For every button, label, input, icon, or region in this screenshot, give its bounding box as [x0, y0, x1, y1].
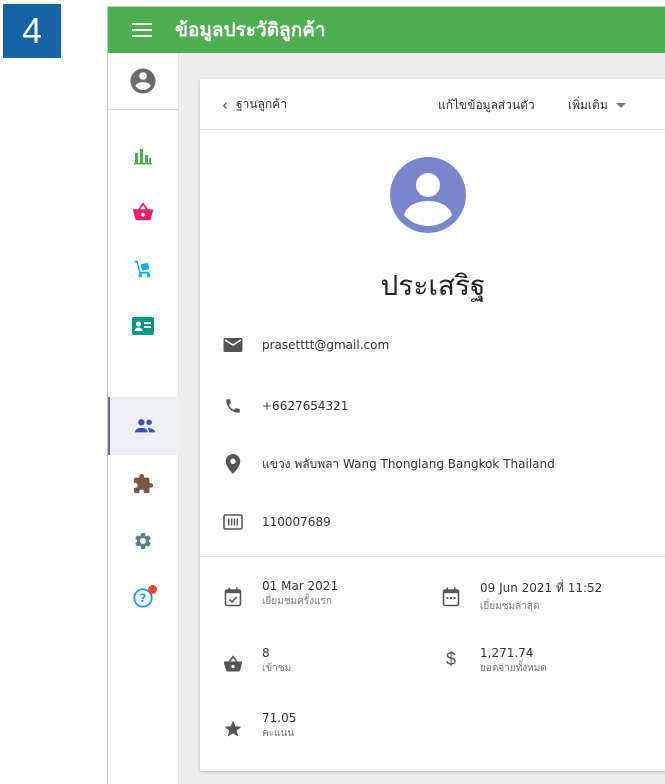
stat-last-visit: 09 Jun 2021 ที่ 11:52 เยี่ยมชมล่าสุด [440, 579, 602, 614]
hand-truck-icon [134, 260, 151, 278]
more-label: เพิ่มเติม [568, 98, 608, 112]
top-app-bar: ข้อมูลประวัติลูกค้า [108, 7, 665, 53]
back-label: ฐานลูกค้า [236, 97, 287, 111]
star-icon [224, 720, 242, 737]
notification-dot [148, 585, 157, 594]
gear-icon [135, 533, 151, 549]
sidebar-item-profile[interactable] [108, 53, 178, 110]
page-title: ข้อมูลประวัติลูกค้า [175, 19, 326, 41]
basket-icon [223, 655, 243, 672]
phone-row: +6627654321 [222, 397, 348, 415]
sidebar-item-settings[interactable] [108, 513, 178, 569]
contact-card-icon [132, 317, 154, 335]
barcode-row: 110007689 [222, 514, 331, 530]
edit-profile-button[interactable]: แก้ไขข้อมูลส่วนตัว [438, 96, 535, 115]
sidebar: ? [108, 53, 180, 784]
sidebar-item-customers[interactable] [108, 397, 180, 455]
customer-name: ประเสริฐ [380, 269, 486, 302]
customer-address: แขวง พลับพลา Wang Thonglang Bangkok Thai… [262, 456, 555, 471]
total-spend-label: ยอดจ่ายทั้งหมด [480, 663, 547, 674]
puzzle-icon [133, 473, 154, 494]
visits-label: เข้าชม [262, 663, 292, 674]
stat-total-spend: $ 1,271.74 ยอดจ่ายทั้งหมด [440, 646, 547, 676]
dollar-icon: $ [445, 649, 456, 669]
chevron-left-icon: ‹ [222, 95, 228, 114]
calendar-check-icon [224, 587, 242, 607]
first-visit-label: เยี่ยมชมครั้งแรก [262, 596, 332, 607]
more-menu-button[interactable]: เพิ่มเติม [568, 96, 626, 115]
customer-phone: +6627654321 [262, 399, 349, 413]
email-icon [223, 338, 243, 352]
people-icon [134, 419, 156, 433]
sidebar-item-sales[interactable] [108, 184, 178, 240]
card-header: ‹ ฐานลูกค้า แก้ไขข้อมูลส่วนตัว เพิ่มเติม [200, 79, 665, 130]
sidebar-item-plugins[interactable] [108, 456, 178, 512]
last-visit-value: 09 Jun 2021 ที่ 11:52 [480, 581, 603, 595]
location-pin-icon [225, 454, 241, 474]
email-row: prasetttt@gmail.com [222, 337, 389, 353]
bar-chart-icon [134, 149, 152, 165]
calendar-icon [442, 587, 460, 607]
menu-icon[interactable] [132, 23, 152, 37]
section-divider [200, 556, 665, 557]
address-row: แขวง พลับพลา Wang Thonglang Bangkok Thai… [222, 454, 555, 474]
first-visit-value: 01 Mar 2021 [262, 579, 339, 593]
customer-barcode: 110007689 [262, 515, 331, 529]
last-visit-label: เยี่ยมชมล่าสุด [480, 601, 540, 612]
stat-visits: 8 เข้าชม [222, 646, 291, 676]
sidebar-item-delivery[interactable] [108, 241, 178, 297]
stat-first-visit: 01 Mar 2021 เยี่ยมชมครั้งแรก [222, 579, 338, 609]
account-circle-icon [130, 68, 156, 94]
visits-value: 8 [262, 646, 270, 660]
phone-icon [226, 399, 240, 413]
sidebar-item-reports[interactable] [108, 127, 178, 183]
step-number-badge: 4 [3, 4, 61, 58]
customer-avatar [390, 157, 466, 233]
points-value: 71.05 [262, 711, 297, 725]
basket-icon [132, 202, 154, 221]
back-button[interactable]: ‹ ฐานลูกค้า [222, 95, 287, 114]
barcode-icon [223, 514, 243, 530]
sidebar-item-help[interactable]: ? [108, 570, 178, 626]
total-spend-value: 1,271.74 [480, 646, 534, 660]
stat-points: 71.05 คะแนน [222, 711, 296, 741]
app-window: ข้อมูลประวัติลูกค้า ? ‹ ฐานลูกค้า แก้ไขข… [107, 6, 665, 784]
sidebar-item-members[interactable] [108, 298, 178, 354]
customer-email: prasetttt@gmail.com [262, 338, 390, 352]
svg-text:?: ? [140, 591, 147, 605]
customer-profile-card: ‹ ฐานลูกค้า แก้ไขข้อมูลส่วนตัว เพิ่มเติม… [200, 79, 665, 771]
dropdown-caret-icon [615, 103, 626, 108]
points-label: คะแนน [262, 728, 295, 739]
